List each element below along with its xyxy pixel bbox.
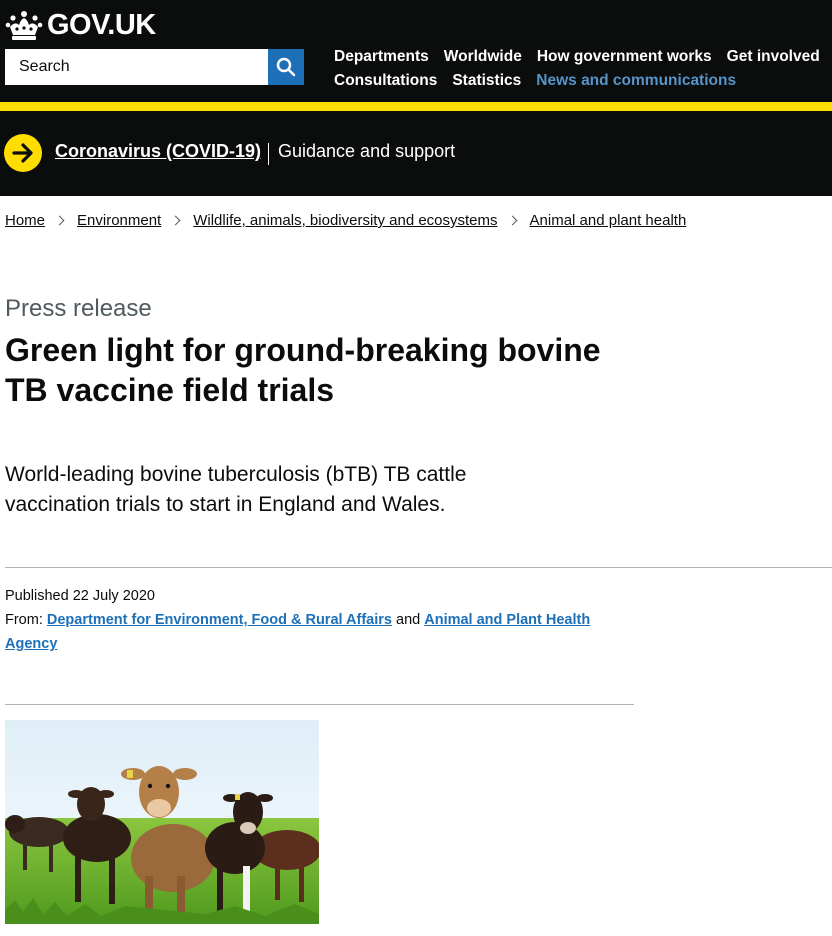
nav-worldwide[interactable]: Worldwide bbox=[444, 48, 522, 66]
published-line: Published 22 July 2020 bbox=[5, 584, 625, 608]
nav-statistics[interactable]: Statistics bbox=[452, 72, 521, 90]
publication-metadata: Published 22 July 2020 From: Department … bbox=[5, 584, 625, 656]
page-title: Green light for ground-breaking bovine T… bbox=[5, 332, 601, 408]
breadcrumb-wildlife[interactable]: Wildlife, animals, biodiversity and ecos… bbox=[193, 212, 497, 229]
breadcrumb-animal-plant-health[interactable]: Animal and plant health bbox=[530, 212, 687, 229]
nav-how-government-works[interactable]: How government works bbox=[537, 48, 712, 66]
crown-icon bbox=[5, 11, 43, 40]
chevron-right-icon bbox=[170, 215, 181, 226]
main-navigation: Departments Worldwide How government wor… bbox=[334, 45, 829, 93]
article-image bbox=[5, 720, 319, 924]
nav-row-1: Departments Worldwide How government wor… bbox=[334, 45, 829, 69]
breadcrumb: Home Environment Wildlife, animals, biod… bbox=[5, 212, 686, 229]
from-label: From: bbox=[5, 612, 43, 628]
from-and: and bbox=[396, 612, 421, 628]
govuk-logo-link[interactable]: GOV.UK bbox=[5, 9, 156, 41]
content-type-caption: Press release bbox=[5, 295, 152, 322]
covid-guidance-text: Guidance and support bbox=[278, 141, 456, 161]
covid-divider bbox=[268, 143, 269, 165]
nav-departments[interactable]: Departments bbox=[334, 48, 429, 66]
search-input[interactable] bbox=[5, 49, 268, 85]
published-label: Published bbox=[5, 588, 69, 604]
lead-paragraph: World-leading bovine tuberculosis (bTB) … bbox=[5, 463, 467, 516]
published-date: 22 July 2020 bbox=[72, 588, 155, 604]
search-button[interactable] bbox=[268, 49, 304, 85]
logo-text: GOV.UK bbox=[47, 9, 156, 41]
search-form bbox=[5, 49, 304, 85]
chevron-right-icon bbox=[54, 215, 65, 226]
search-icon bbox=[276, 57, 296, 77]
divider bbox=[5, 704, 634, 705]
nav-news-and-communications[interactable]: News and communications bbox=[536, 72, 736, 90]
header-accent-bar bbox=[0, 102, 832, 111]
divider bbox=[5, 567, 832, 568]
breadcrumb-environment[interactable]: Environment bbox=[77, 212, 161, 229]
org-link-defra[interactable]: Department for Environment, Food & Rural… bbox=[47, 612, 392, 628]
site-header: GOV.UK Departments Worldwide How governm… bbox=[0, 0, 832, 102]
covid-link[interactable]: Coronavirus (COVID-19) bbox=[55, 141, 261, 162]
from-line: From: Department for Environment, Food &… bbox=[5, 608, 625, 656]
chevron-right-icon bbox=[507, 215, 517, 226]
nav-get-involved[interactable]: Get involved bbox=[727, 48, 820, 66]
covid-banner: Coronavirus (COVID-19) Guidance and supp… bbox=[0, 111, 832, 196]
breadcrumb-home[interactable]: Home bbox=[5, 212, 45, 229]
nav-consultations[interactable]: Consultations bbox=[334, 72, 437, 90]
nav-row-2: Consultations Statistics News and commun… bbox=[334, 69, 829, 93]
arrow-right-icon[interactable] bbox=[4, 134, 42, 172]
